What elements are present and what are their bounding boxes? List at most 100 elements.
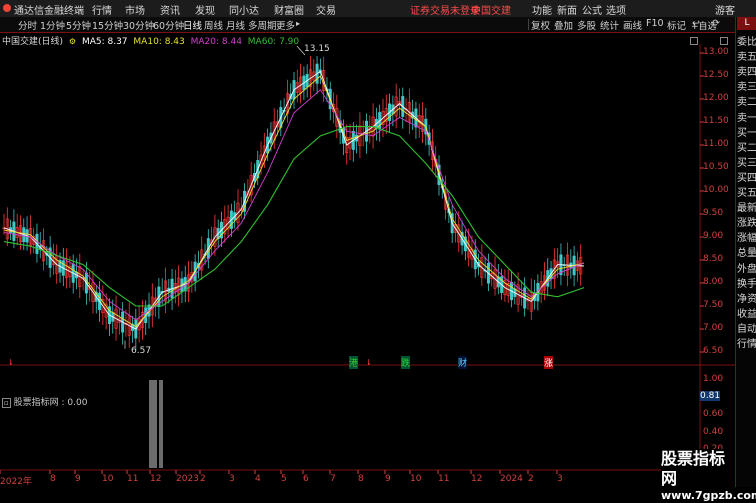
price-tick-label: 7.50 xyxy=(703,300,724,310)
side-panel-item[interactable]: 卖三 xyxy=(737,81,756,94)
price-tick-label: 13.00 xyxy=(703,47,729,57)
menu-item-market[interactable]: 市场 xyxy=(125,2,145,17)
time-tick-label: 10 xyxy=(102,474,114,484)
tab-1min[interactable]: 1分钟 xyxy=(40,18,65,32)
adjust-button[interactable]: 复权 xyxy=(531,18,550,32)
side-panel-item[interactable]: 总量 xyxy=(737,247,756,260)
divider xyxy=(528,19,529,30)
tab-weekly[interactable]: 周线 xyxy=(204,18,223,32)
statistics-button[interactable]: 统计 xyxy=(600,18,619,32)
period-toolbar: 分时 1分钟 5分钟 15分钟 30分钟 60分钟 日线 周线 月线 多周期 更… xyxy=(0,17,735,33)
side-panel-item[interactable]: 委比 xyxy=(737,36,756,49)
panel-header[interactable]: L xyxy=(737,17,756,31)
watermark-title: 股票指标网 xyxy=(661,449,726,488)
time-tick-label: 8 xyxy=(358,474,364,484)
indicator-tick-label: 0.60 xyxy=(703,409,724,420)
indicator-settings-icon[interactable]: ▫ xyxy=(2,398,11,408)
side-panel-item[interactable]: 买五 xyxy=(737,187,756,200)
time-tick-label: 9 xyxy=(75,474,81,484)
indicator-tick-label: 1.00 xyxy=(703,374,724,384)
side-panel-item[interactable]: 最新 xyxy=(737,202,756,215)
menu-item-quotes[interactable]: 行情 xyxy=(92,2,112,17)
time-tick-label: 2024 xyxy=(500,474,523,484)
price-tick-label: 8.50 xyxy=(703,254,724,264)
tab-60min[interactable]: 60分钟 xyxy=(153,18,184,32)
tab-15min[interactable]: 15分钟 xyxy=(92,18,123,32)
time-tick-label: 6 xyxy=(303,474,309,484)
menu-item-discover[interactable]: 发现 xyxy=(195,2,215,17)
time-tick-label: 5 xyxy=(281,474,287,484)
f10-button[interactable]: F10 xyxy=(646,18,664,29)
time-tick-label: 11 xyxy=(438,474,450,484)
time-tick-label: 4 xyxy=(255,474,261,484)
menu-item-wealth[interactable]: 财富圈 xyxy=(274,2,304,17)
time-tick-label: 10 xyxy=(410,474,422,484)
side-panel-item[interactable]: 自动 xyxy=(737,323,756,336)
price-tick-label: 9.50 xyxy=(703,208,724,218)
candles xyxy=(2,56,583,351)
price-tick-label: 11.00 xyxy=(703,139,729,149)
low-price-label: 6.57 xyxy=(131,346,152,356)
time-tick-label: 3 xyxy=(557,474,563,484)
draw-line-button[interactable]: 画线 xyxy=(623,18,642,32)
side-panel-item[interactable]: 涨跌 xyxy=(737,217,756,230)
small-marker: ⇂ xyxy=(7,358,14,367)
tab-monthly[interactable]: 月线 xyxy=(226,18,245,32)
side-panel-item[interactable]: 买四 xyxy=(737,172,756,185)
kline-chart[interactable] xyxy=(0,44,735,474)
side-panel-item[interactable]: 买一 xyxy=(737,127,756,140)
side-panel-item[interactable]: 卖二 xyxy=(737,96,756,109)
tab-more[interactable]: 更多 xyxy=(276,18,295,32)
price-tick-label: 7.00 xyxy=(703,323,724,333)
side-panel-item[interactable]: 净资 xyxy=(737,293,756,306)
price-tick-label: 6.50 xyxy=(703,346,724,356)
tab-5min[interactable]: 5分钟 xyxy=(66,18,91,32)
login-status[interactable]: 证券交易未登录 xyxy=(410,2,480,17)
menu-item-formula[interactable]: 公式 xyxy=(582,2,602,17)
time-tick-label: 3 xyxy=(229,474,235,484)
event-marker[interactable]: 跌 xyxy=(401,356,411,369)
event-marker[interactable]: 涨 xyxy=(544,356,554,369)
tab-daily[interactable]: 日线 xyxy=(183,18,202,32)
indicator-tick-label: 0.40 xyxy=(703,426,724,437)
indicator-tick-label: 0.81 xyxy=(700,390,721,401)
chevron-right-icon[interactable]: ▸ xyxy=(296,19,300,28)
menu-item-assistant[interactable]: 同小达 xyxy=(229,2,259,17)
add-watchlist-button[interactable]: +自选 xyxy=(691,19,717,32)
event-marker[interactable]: 财 xyxy=(458,356,468,369)
menu-item-function[interactable]: 功能 xyxy=(532,2,552,17)
side-panel-item[interactable]: 涨幅 xyxy=(737,232,756,245)
high-price-label: 13.15 xyxy=(304,44,330,54)
tab-30min[interactable]: 30分钟 xyxy=(123,18,154,32)
multi-stock-button[interactable]: 多股 xyxy=(577,18,596,32)
indicator-title: ▫ 股票指标网 : 0.00 xyxy=(2,398,88,408)
guest-label[interactable]: 游客 xyxy=(715,2,735,17)
side-panel-item[interactable]: 换手 xyxy=(737,278,756,291)
quote-side-panel: L 委比卖五卖四卖三卖二卖一买一买二买三买四买五最新涨跌涨幅总量外盘换手净资收益… xyxy=(735,17,756,487)
watermark-url: www.7gpzb.com xyxy=(661,489,756,502)
menu-bar: 通达信金融终端 行情 市场 资讯 发现 同小达 财富圈 交易 证券交易未登录 中… xyxy=(0,0,756,18)
time-tick-label: 2 xyxy=(528,474,534,484)
app-title: 通达信金融终端 xyxy=(14,6,84,17)
tab-intraday[interactable]: 分时 xyxy=(18,18,37,32)
mark-button[interactable]: 标记 xyxy=(667,18,686,32)
menu-item-trade[interactable]: 交易 xyxy=(316,2,336,17)
side-panel-item[interactable]: 卖一 xyxy=(737,112,756,125)
side-panel-item[interactable]: 买三 xyxy=(737,157,756,170)
side-panel-item[interactable]: 外盘 xyxy=(737,263,756,276)
price-tick-label: 12.50 xyxy=(703,70,729,80)
side-panel-item[interactable]: 买二 xyxy=(737,142,756,155)
side-panel-item[interactable]: 卖五 xyxy=(737,51,756,64)
menu-item-new-page[interactable]: 新面 xyxy=(557,2,577,17)
menu-item-options[interactable]: 选项 xyxy=(606,2,626,17)
event-marker[interactable]: 港 xyxy=(349,356,359,369)
price-tick-label: 11.50 xyxy=(703,116,729,126)
menu-item-news[interactable]: 资讯 xyxy=(160,2,180,17)
side-panel-item[interactable]: 卖四 xyxy=(737,66,756,79)
side-panel-item[interactable]: 收益 xyxy=(737,308,756,321)
overlay-button[interactable]: 叠加 xyxy=(554,18,573,32)
tab-multi-period[interactable]: 多周期 xyxy=(248,18,277,32)
time-tick-label: 7 xyxy=(330,474,336,484)
side-panel-item[interactable]: 行情 xyxy=(737,338,756,351)
stock-link[interactable]: 中国交建 xyxy=(471,2,511,17)
